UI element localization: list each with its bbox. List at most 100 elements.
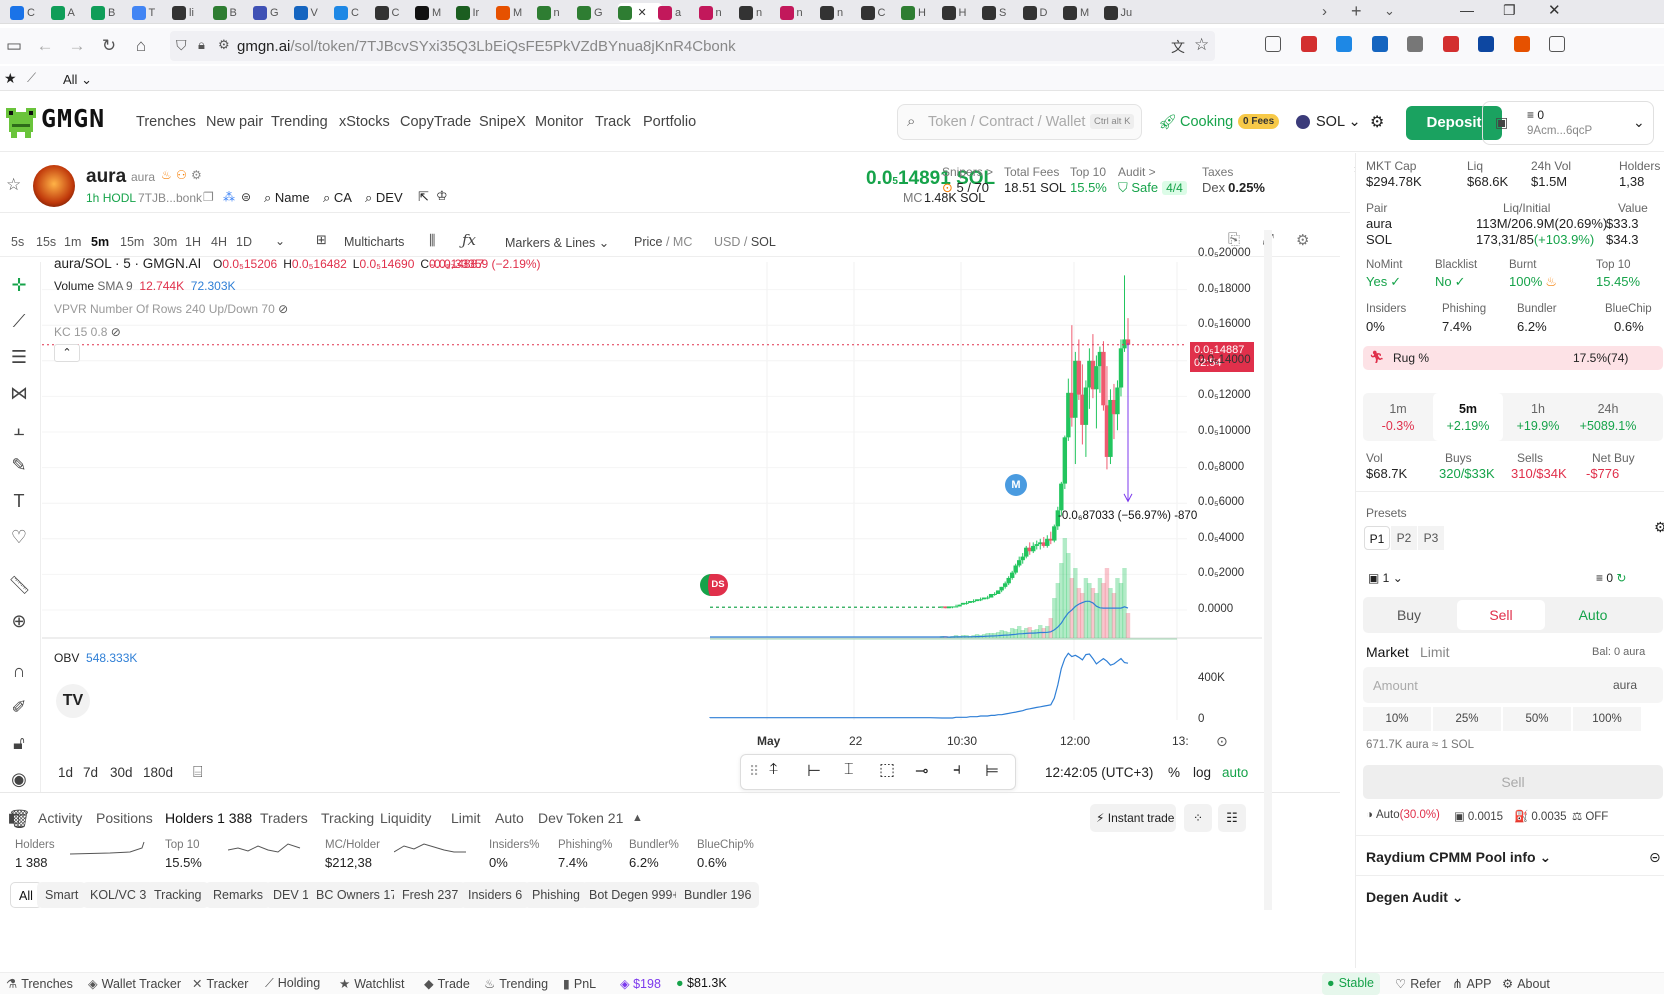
degen-audit-toggle[interactable]: Degen Audit ⌄ (1366, 889, 1464, 906)
percent-button[interactable]: 100% (1573, 707, 1641, 731)
browser-tab[interactable]: a (658, 3, 694, 22)
markers-dropdown[interactable]: Markers & Lines ⌄ (505, 235, 609, 250)
usd-sol-toggle[interactable]: USD / SOL (714, 235, 776, 249)
interval-1H[interactable]: 1H (185, 235, 201, 249)
marker-m[interactable]: M (1005, 474, 1027, 496)
bottom-tab[interactable]: Liquidity (380, 810, 431, 826)
status-item[interactable]: ✕ Tracker (192, 976, 248, 991)
minimize-icon[interactable]: — (1460, 2, 1474, 18)
holder-filter[interactable]: Remarks (205, 882, 272, 908)
translate-icon[interactable]: 文 (1171, 37, 1185, 57)
settings-gear-icon[interactable]: ⚙ (1370, 112, 1384, 132)
chain-selector[interactable]: SOL ⌄ (1316, 114, 1361, 130)
forward-icon[interactable]: → (67, 36, 87, 56)
browser-tab[interactable]: li (172, 3, 208, 22)
heart-icon[interactable]: ♡ (8, 526, 30, 548)
lock-icon[interactable]: 🔒︎ (198, 37, 205, 53)
interval-1D[interactable]: 1D (236, 235, 252, 249)
chart-settings-icon[interactable]: ⚙ (1296, 231, 1309, 249)
marker-ds[interactable]: DS (700, 574, 728, 596)
browser-tab[interactable]: G (577, 3, 613, 22)
calendar-range-icon[interactable]: ⌸ (193, 764, 203, 782)
status-right-item[interactable]: ⚙ About (1502, 976, 1550, 991)
hline-tool-icon[interactable]: ⊢ (807, 761, 821, 781)
nav-copytrade[interactable]: CopyTrade (400, 114, 471, 130)
eye-icon[interactable]: ◉ (8, 768, 30, 790)
preset-tab-P1[interactable]: P1 (1364, 526, 1390, 550)
status-right-item[interactable]: ⋔ APP (1452, 976, 1492, 991)
axis-settings-icon[interactable]: ⊙ (1216, 733, 1228, 750)
chart-canvas[interactable] (42, 253, 1340, 840)
brush-icon[interactable]: ✎ (8, 454, 30, 476)
shield-icon[interactable]: ⛉ (176, 37, 187, 54)
candle-style-icon[interactable]: ⫼ (429, 232, 435, 249)
website-icon[interactable]: ⊜ (241, 190, 251, 204)
chart-bookmark-icon[interactable]: ⟋ (27, 70, 36, 86)
holder-filter[interactable]: Fresh 237 (394, 882, 467, 908)
trade-setting[interactable]: ⚖ OFF (1572, 809, 1608, 823)
mode-buy[interactable]: Buy (1365, 600, 1453, 630)
browser-tab[interactable]: B (212, 3, 249, 22)
search-dev-link[interactable]: ⌕ DEV (365, 190, 403, 206)
holder-filter[interactable]: Tracking (146, 882, 210, 908)
status-right-item[interactable]: ♡ Refer (1395, 976, 1441, 991)
status-right-item[interactable]: ● Stable (1327, 976, 1374, 990)
chart-scrollbar[interactable] (1264, 230, 1272, 910)
browser-tab[interactable]: C (860, 3, 897, 22)
browser-tab[interactable]: C (334, 3, 370, 22)
nav-portfolio[interactable]: Portfolio (643, 114, 696, 130)
preset-tab-P2[interactable]: P2 (1391, 526, 1417, 550)
browser-tab[interactable]: M (415, 3, 451, 22)
timeframe-24h[interactable]: 24h +5089.1% (1573, 393, 1643, 441)
browser-tab[interactable]: V (293, 3, 330, 22)
range-180d[interactable]: 180d (143, 765, 173, 780)
interval-15m[interactable]: 15m (120, 235, 144, 249)
browser-tab[interactable]: A (50, 3, 87, 22)
bottom-tab[interactable]: Auto (495, 810, 524, 826)
long-position-icon[interactable]: ⍏ (769, 761, 779, 779)
pool-info-toggle[interactable]: Raydium CPMM Pool info ⌄ (1366, 849, 1551, 866)
browser-tab[interactable]: Ju (1103, 3, 1140, 22)
panel-expand-icon[interactable]: ▲ (632, 812, 643, 824)
browser-tab[interactable]: S (982, 3, 1018, 22)
search-box[interactable]: ⌕ Token / Contract / Wallet Ctrl alt K (897, 104, 1142, 140)
filter-list-icon[interactable]: ☷ (1218, 804, 1246, 832)
crown-icon[interactable]: ♔ (436, 188, 448, 204)
favorite-star-icon[interactable]: ☆ (6, 175, 21, 195)
mode-auto[interactable]: Auto (1549, 600, 1637, 630)
token-stat-label[interactable]: Audit > (1118, 165, 1156, 179)
price-chart[interactable]: aura/SOL · 5 · GMGN.AI O0.0₅15206 H0.0₅16… (42, 247, 1340, 840)
bookmarks-star-icon[interactable]: ★ (4, 70, 17, 87)
close-window-icon[interactable]: ✕ (1548, 1, 1561, 19)
restore-icon[interactable]: ❐ (1503, 2, 1516, 19)
bottom-tab[interactable]: Limit (451, 810, 481, 826)
bubbles-icon[interactable]: ⁘ (1184, 804, 1212, 832)
share-icon[interactable]: ⇱ (418, 189, 429, 205)
holder-filter[interactable]: Bundler 196 (676, 882, 760, 908)
pattern-icon[interactable]: ⋈ (8, 382, 30, 404)
indicators-icon[interactable]: ƒx (462, 231, 476, 249)
interval-30m[interactable]: 30m (153, 235, 177, 249)
ext-save-icon[interactable] (1336, 36, 1352, 52)
trendline-icon[interactable]: ⟋ (8, 310, 30, 332)
interval-4H[interactable]: 4H (211, 235, 227, 249)
bubblemap-icon[interactable]: ⁂ (223, 190, 235, 204)
refresh-balance-icon[interactable]: ↻ (1616, 571, 1626, 585)
wallet-count-selector[interactable]: ▣ 1 ⌄ (1368, 571, 1403, 585)
gmgn-logo[interactable]: GMGN (41, 104, 105, 133)
browser-tab[interactable]: n (536, 3, 573, 22)
multicharts-button[interactable]: Multicharts (344, 235, 404, 249)
search-name-link[interactable]: ⌕ Name (264, 190, 310, 206)
timeframe-5m[interactable]: 5m +2.19% (1433, 393, 1503, 441)
trade-setting[interactable]: ◑ Auto(30.0%) (1366, 809, 1440, 821)
rug-bar[interactable]: 🏃︎ Rug % 17.5%(74) (1363, 346, 1663, 370)
token-ca[interactable]: 7TJB...bonk (138, 191, 202, 205)
browser-tab[interactable]: T (131, 3, 168, 22)
status-item[interactable]: ▮ PnL (563, 976, 596, 991)
bookmark-star-icon[interactable]: ☆ (1194, 35, 1209, 55)
bookmarks-all[interactable]: All ⌄ (63, 72, 92, 88)
browser-tab[interactable]: M (496, 3, 532, 22)
tab-scroll-right-icon[interactable]: › (1322, 3, 1327, 20)
status-item[interactable]: ★ Watchlist (339, 976, 404, 991)
browser-tab[interactable]: C (10, 3, 46, 22)
